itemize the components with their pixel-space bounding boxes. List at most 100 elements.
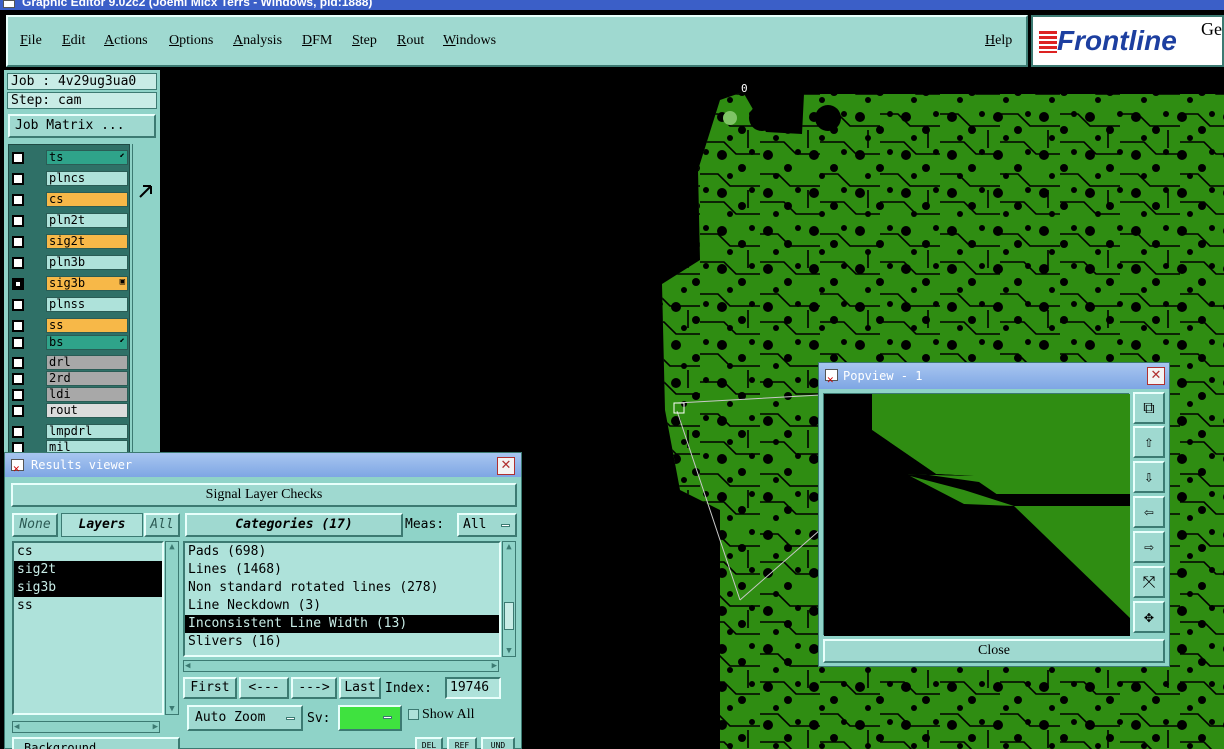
layer-checkbox[interactable] [12,173,24,185]
layer-checkbox[interactable] [12,257,24,269]
meas-dropdown[interactable]: All [457,513,517,537]
layer-label[interactable]: plnss [46,297,128,312]
layer-label[interactable]: 2rd [46,371,128,386]
layer-row-sig2t[interactable]: sig2t [9,233,131,251]
layer-list-hscrollbar[interactable]: ◀ ▶ [12,721,160,733]
layer-checkbox[interactable] [12,299,24,311]
layer-label[interactable]: drl [46,355,128,370]
layer-label[interactable]: ss [46,318,128,333]
popview-titlebar[interactable]: Popview - 1 [819,363,1169,393]
layer-label[interactable]: sig2t [46,234,128,249]
index-input[interactable]: 19746 [445,677,501,699]
layer-checkbox[interactable] [12,152,24,164]
category-hscrollbar[interactable]: ◀ ▶ [183,660,499,672]
category-item[interactable]: Non standard rotated lines (278) [185,579,499,597]
layer-checkbox[interactable] [12,215,24,227]
layer-row-ts[interactable]: ts ⬋ [9,149,131,167]
menu-rout[interactable]: Rout [397,33,424,49]
first-button[interactable]: First [183,677,237,699]
results-layer-item[interactable]: cs [14,543,162,561]
pan-up-icon[interactable]: ⇧ [1133,426,1165,458]
menu-edit[interactable]: Edit [62,33,85,49]
zoom-fit-icon[interactable]: ⤧ [1133,566,1165,598]
layer-row-ss[interactable]: ss [9,317,131,335]
scroll-thumb[interactable] [504,602,514,630]
next-button[interactable]: ---> [291,677,337,699]
scroll-down-icon[interactable]: ▼ [503,646,515,656]
menu-dfm[interactable]: DFM [302,33,332,49]
layer-row-sig3b[interactable]: sig3b ▣ [9,275,131,293]
results-layer-item[interactable]: sig3b [14,579,162,597]
scroll-up-icon[interactable]: ▲ [166,542,178,552]
und-button[interactable]: UND [481,737,515,749]
zoom-center-icon[interactable]: ✥ [1133,601,1165,633]
layer-checkbox[interactable] [12,357,24,369]
auto-zoom-dropdown[interactable]: Auto Zoom [187,705,303,731]
layer-checkbox[interactable] [12,194,24,206]
layer-label[interactable]: pln3b [46,255,128,270]
category-item[interactable]: Line Neckdown (3) [185,597,499,615]
layer-label[interactable]: ts [46,150,128,165]
category-scrollbar[interactable]: ▲ ▼ [502,541,516,657]
layer-list-scrollbar[interactable]: ▲ ▼ [165,541,179,715]
layer-row-pln3b[interactable]: pln3b [9,254,131,272]
layer-checkbox[interactable] [12,373,24,385]
layer-checkbox[interactable] [12,337,24,349]
pan-down-icon[interactable]: ⇩ [1133,461,1165,493]
layer-label[interactable]: rout [46,403,128,418]
results-close-icon[interactable]: ✕ [497,457,515,475]
layer-scroll-strip[interactable] [132,144,158,455]
pan-right-icon[interactable]: ⇨ [1133,531,1165,563]
layer-row-pln2t[interactable]: pln2t [9,212,131,230]
layer-label[interactable]: bs [46,335,128,350]
category-item[interactable]: Slivers (16) [185,633,499,651]
menu-actions[interactable]: Actions [104,33,148,49]
background-dropdown[interactable]: Background [12,737,180,749]
layer-checkbox[interactable] [12,236,24,248]
del-button[interactable]: DEL [415,737,443,749]
layer-label[interactable]: ldi [46,387,128,402]
layer-checkbox[interactable] [12,278,24,290]
scroll-up-icon[interactable]: ▲ [503,542,515,552]
zoom-window-icon[interactable]: ⧉ [1133,392,1165,424]
menu-options[interactable]: Options [169,33,213,49]
layer-row-bs[interactable]: bs ⬋ [9,334,131,352]
results-layer-item[interactable]: ss [14,597,162,615]
pan-left-icon[interactable]: ⇦ [1133,496,1165,528]
layer-label[interactable]: lmpdrl [46,424,128,439]
scroll-left-icon[interactable]: ◀ [14,722,19,732]
ref-button[interactable]: REF [447,737,477,749]
popview-close-icon[interactable]: ✕ [1147,367,1165,385]
menu-analysis[interactable]: Analysis [233,33,282,49]
category-item[interactable]: Lines (1468) [185,561,499,579]
all-button[interactable]: All [144,513,180,537]
category-item[interactable]: Inconsistent Line Width (13) [185,615,499,633]
show-all-checkbox[interactable] [408,709,419,720]
scroll-right-icon[interactable]: ▶ [492,661,497,671]
scroll-right-icon[interactable]: ▶ [153,722,158,732]
results-viewer-titlebar[interactable]: Results viewer [5,453,521,481]
layer-checkbox[interactable] [12,426,24,438]
scroll-left-icon[interactable]: ◀ [185,661,190,671]
layer-row-plncs[interactable]: plncs [9,170,131,188]
layer-checkbox[interactable] [12,389,24,401]
category-item[interactable]: Pads (698) [185,543,499,561]
menu-help[interactable]: Help [985,33,1012,49]
category-list[interactable]: Pads (698) Lines (1468) Non standard rotat… [183,541,501,657]
last-button[interactable]: Last [339,677,381,699]
layer-label[interactable]: sig3b [46,276,128,291]
scroll-down-icon[interactable]: ▼ [166,704,178,714]
layer-checkbox[interactable] [12,405,24,417]
layer-label[interactable]: pln2t [46,213,128,228]
sv-color-dropdown[interactable] [338,705,402,731]
layer-label[interactable]: cs [46,192,128,207]
popview-close-button[interactable]: Close [823,639,1165,663]
menu-windows[interactable]: Windows [443,33,496,49]
layer-row-plnss[interactable]: plnss [9,296,131,314]
job-matrix-button[interactable]: Job Matrix ... [8,114,156,138]
layer-checkbox[interactable] [12,320,24,332]
none-button[interactable]: None [12,513,58,537]
results-layer-item[interactable]: sig2t [14,561,162,579]
popview-canvas[interactable] [823,393,1130,636]
menu-file[interactable]: File [20,33,42,49]
